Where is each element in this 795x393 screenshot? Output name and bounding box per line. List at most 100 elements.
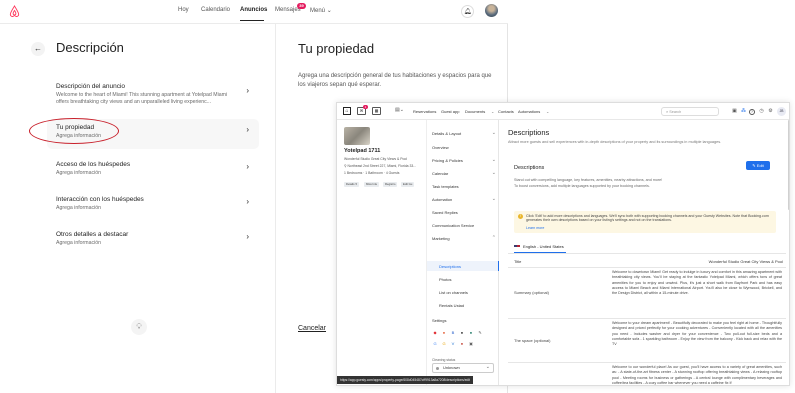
nav-marketing[interactable]: Marketing ⌃ [432, 235, 496, 241]
section-title: Acceso de los huéspedes [56, 161, 131, 168]
property-title: Wonderful Studio Great City Views & Pool [344, 157, 408, 161]
help-icon[interactable]: ? [749, 108, 755, 115]
user-avatar[interactable] [485, 4, 498, 17]
intro-text: Stand out with compelling language, key … [514, 178, 663, 182]
nav-pricing-policies[interactable]: Pricing & Policies ⌄ [432, 157, 496, 163]
airbnb-logo-icon[interactable] [9, 5, 20, 17]
top-link-reservations[interactable]: Reservations [413, 109, 436, 114]
pencil-icon: ✎ [752, 163, 756, 168]
section-interaccion-huespedes[interactable]: Interacción con los huéspedes Agrega inf… [47, 191, 259, 217]
channel-icon[interactable]: G [442, 342, 446, 346]
nav-hoy[interactable]: Hoy [178, 7, 189, 13]
nav-list-on-channels[interactable]: List on channels [439, 290, 468, 295]
property-tag[interactable]: Details ▾ [344, 182, 359, 187]
nav-label: Details & Layout [432, 131, 462, 136]
nav-saved-replies[interactable]: Saved Replies [432, 210, 496, 215]
apps-icon[interactable]: ⁂ [740, 108, 747, 115]
nav-label: Marketing [432, 236, 450, 241]
cleaning-status-select[interactable]: Unknown ⌄ [432, 363, 494, 373]
settings-gear-icon[interactable]: ⚙ [767, 108, 774, 115]
nav-calendar[interactable]: Calendar ⌄ [432, 170, 496, 176]
scrollbar[interactable] [788, 120, 789, 210]
property-tag[interactable]: Edit Gu [401, 182, 415, 187]
nav-active-underline [240, 20, 264, 21]
page-subtitle: Attract more guests and sell experiences… [508, 140, 722, 144]
divider [508, 267, 786, 268]
section-heading: Descriptions [514, 165, 545, 171]
nav-settings[interactable]: Settings [432, 318, 496, 323]
property-summary-panel: Yotelpad 1711 Wonderful Studio Great Cit… [337, 120, 425, 385]
divider [508, 318, 786, 319]
property-photo[interactable] [344, 127, 370, 145]
booking-channel-icon[interactable]: B [451, 331, 455, 335]
cancel-button[interactable]: Cancelar [298, 325, 326, 332]
nav-automation[interactable]: Automation ⌄ [432, 196, 496, 202]
back-arrow-icon[interactable]: ← [31, 42, 45, 56]
nav-photos[interactable]: Photos [439, 277, 451, 282]
top-link-documents[interactable]: Documents [465, 109, 485, 114]
nav-label: Calendar [432, 171, 449, 176]
nav-rentals[interactable]: Rentals Ustad [439, 303, 464, 308]
chevron-right-icon: › [246, 86, 249, 95]
nav-details-layout[interactable]: Details & Layout ⌄ [432, 130, 496, 136]
user-avatar[interactable]: JB [777, 107, 786, 116]
section-subtitle: Agrega información [56, 205, 101, 211]
vrbo-channel-icon[interactable]: V [451, 342, 455, 346]
guesty-screenshot-overlay: ⌂ ✉ 1 ▦ ▤⌄ Reservations Guest app Docume… [336, 102, 790, 386]
section-acceso-huespedes[interactable]: Acceso de los huéspedes Agrega informaci… [47, 156, 259, 182]
section-title: Descripción del anuncio [56, 83, 126, 90]
top-link-automations[interactable]: Automations [518, 109, 540, 114]
space-text: Welcome to your dream apartment! - Beaut… [612, 321, 782, 346]
property-address-text: Northeast 2nd Street 227, Miami, Florida… [347, 164, 417, 168]
learn-more-link[interactable]: Learn more [526, 226, 544, 230]
description-sections-panel: ← Descripción Descripción del anuncio We… [0, 24, 276, 393]
info-banner: ! Click 'Edit' to add more descriptions … [514, 211, 776, 233]
property-address: ⚲ Northeast 2nd Street 227, Miami, Flori… [344, 164, 416, 168]
section-descripcion-anuncio[interactable]: Descripción del anuncio Welcome to the h… [47, 78, 259, 111]
nav-active-highlight [427, 261, 499, 271]
google-channel-icon[interactable]: G [433, 342, 437, 346]
listings-icon[interactable]: ▤⌄ [395, 107, 405, 115]
channel-icon[interactable]: ● [469, 331, 473, 335]
summary-label: Summary (optional) [514, 290, 549, 295]
search-input[interactable]: ⌕ Search [661, 107, 719, 116]
tab-english-us[interactable]: English - United States [514, 244, 564, 249]
nav-overview[interactable]: Overview [432, 145, 496, 150]
chevron-down-icon: ⌄ [546, 109, 550, 114]
channel-icon[interactable]: ● [460, 342, 464, 346]
nav-label: Automation [432, 197, 453, 202]
nav-calendario[interactable]: Calendario [201, 7, 230, 13]
intro-text: To boost conversions, add multiple langu… [514, 184, 650, 188]
status-bar-url: https://app.guesty.com/apps/property-pag… [337, 376, 474, 384]
channel-icon[interactable]: ▣ [469, 342, 473, 346]
property-tag[interactable]: Registro [383, 182, 398, 187]
access-text: Welcome to our wonderful place! As our g… [612, 365, 782, 385]
home-icon[interactable]: ⌂ [343, 107, 351, 115]
channel-icon[interactable]: ● [460, 331, 464, 335]
nav-descriptions[interactable]: Descriptions [439, 264, 461, 269]
calendar-icon[interactable]: ▦ [372, 107, 381, 115]
edit-label: Edit [756, 163, 764, 168]
top-link-contacts[interactable]: Contacts [498, 109, 514, 114]
property-tag[interactable]: Miss Intu [364, 182, 380, 187]
section-heading: Tu propiedad [298, 41, 375, 56]
nav-menu[interactable]: Menú ⌄ [310, 7, 332, 14]
channel-icon[interactable]: ✎ [478, 331, 482, 335]
grid-apps-icon[interactable]: ▣ [731, 108, 738, 115]
section-description: Agrega una descripción general de tus ha… [298, 73, 492, 88]
notifications-bell-icon[interactable]: 🔔︎ [461, 5, 474, 18]
top-link-guest-app[interactable]: Guest app [441, 109, 459, 114]
title-label: Title [514, 259, 522, 264]
nav-anuncios[interactable]: Anuncios [240, 7, 267, 13]
section-subtitle: Agrega información [56, 240, 101, 246]
property-name: Yotelpad 1711 [344, 148, 381, 154]
channel-icon[interactable]: ● [442, 331, 446, 335]
nav-task-templates[interactable]: Task templates [432, 184, 496, 189]
clock-icon[interactable]: ◷ [758, 108, 765, 115]
lightbulb-icon[interactable]: 💡︎ [131, 319, 147, 335]
airbnb-channel-icon[interactable]: ◆ [433, 331, 437, 335]
edit-button[interactable]: ✎ Edit [746, 161, 770, 170]
section-otros-detalles[interactable]: Otros detalles a destacar Agrega informa… [47, 226, 259, 252]
chevron-down-icon: ⌄ [491, 196, 496, 202]
nav-communication-service[interactable]: Communication Service [432, 223, 496, 228]
